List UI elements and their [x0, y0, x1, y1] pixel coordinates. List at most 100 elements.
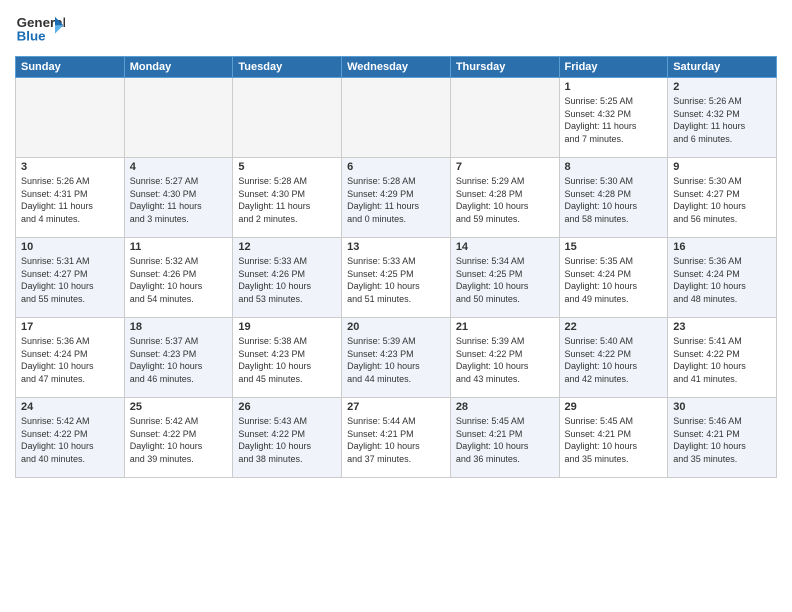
- calendar-cell: 1Sunrise: 5:25 AM Sunset: 4:32 PM Daylig…: [559, 78, 668, 158]
- day-number: 29: [565, 401, 663, 413]
- day-info: Sunrise: 5:32 AM Sunset: 4:26 PM Dayligh…: [130, 255, 228, 305]
- day-info: Sunrise: 5:33 AM Sunset: 4:26 PM Dayligh…: [238, 255, 336, 305]
- day-number: 1: [565, 81, 663, 93]
- day-number: 9: [673, 161, 771, 173]
- day-info: Sunrise: 5:30 AM Sunset: 4:28 PM Dayligh…: [565, 175, 663, 225]
- calendar-cell: 4 Sunrise: 5:27 AM Sunset: 4:30 PM Daylig…: [124, 158, 233, 238]
- header: General Blue: [15, 10, 777, 48]
- calendar-cell: 28 Sunrise: 5:45 AM Sunset: 4:21 PM Dayli…: [450, 398, 559, 478]
- day-number: 23: [673, 321, 771, 333]
- day-number: 24: [21, 401, 119, 413]
- calendar-cell: 24 Sunrise: 5:42 AM Sunset: 4:22 PM Dayli…: [16, 398, 125, 478]
- day-number: 26: [238, 401, 336, 413]
- day-number: 7: [456, 161, 554, 173]
- day-info: Sunrise: 5:45 AM Sunset: 4:21 PM Dayligh…: [565, 415, 663, 465]
- calendar-cell: 16 Sunrise: 5:36 AM Sunset: 4:24 PM Dayli…: [668, 238, 777, 318]
- day-info: Sunrise: 5:33 AM Sunset: 4:25 PM Dayligh…: [347, 255, 445, 305]
- day-info: Sunrise: 5:40 AM Sunset: 4:22 PM Dayligh…: [565, 335, 663, 385]
- day-number: 28: [456, 401, 554, 413]
- day-info: Sunrise: 5:31 AM Sunset: 4:27 PM Dayligh…: [21, 255, 119, 305]
- day-number: 5: [238, 161, 336, 173]
- day-info: Sunrise: 5:42 AM Sunset: 4:22 PM Dayligh…: [130, 415, 228, 465]
- day-info: Sunrise: 5:43 AM Sunset: 4:22 PM Dayligh…: [238, 415, 336, 465]
- day-number: 16: [673, 241, 771, 253]
- calendar-week-row: 10 Sunrise: 5:31 AM Sunset: 4:27 PM Dayli…: [16, 238, 777, 318]
- calendar-cell: 2 Sunrise: 5:26 AM Sunset: 4:32 PM Daylig…: [668, 78, 777, 158]
- calendar-cell: 26 Sunrise: 5:43 AM Sunset: 4:22 PM Dayli…: [233, 398, 342, 478]
- day-number: 4: [130, 161, 228, 173]
- calendar-cell: 9Sunrise: 5:30 AM Sunset: 4:27 PM Daylig…: [668, 158, 777, 238]
- calendar-cell: 19 Sunrise: 5:38 AM Sunset: 4:23 PM Dayli…: [233, 318, 342, 398]
- calendar-cell: 10 Sunrise: 5:31 AM Sunset: 4:27 PM Dayli…: [16, 238, 125, 318]
- calendar-cell: 15Sunrise: 5:35 AM Sunset: 4:24 PM Dayli…: [559, 238, 668, 318]
- day-number: 18: [130, 321, 228, 333]
- day-info: Sunrise: 5:29 AM Sunset: 4:28 PM Dayligh…: [456, 175, 554, 225]
- calendar-header-friday: Friday: [559, 57, 668, 78]
- calendar-cell: 5 Sunrise: 5:28 AM Sunset: 4:30 PM Daylig…: [233, 158, 342, 238]
- day-number: 2: [673, 81, 771, 93]
- day-info: Sunrise: 5:44 AM Sunset: 4:21 PM Dayligh…: [347, 415, 445, 465]
- svg-text:Blue: Blue: [17, 28, 46, 43]
- day-info: Sunrise: 5:36 AM Sunset: 4:24 PM Dayligh…: [21, 335, 119, 385]
- calendar-cell: [16, 78, 125, 158]
- calendar-table: SundayMondayTuesdayWednesdayThursdayFrid…: [15, 56, 777, 478]
- calendar-cell: 8 Sunrise: 5:30 AM Sunset: 4:28 PM Daylig…: [559, 158, 668, 238]
- day-number: 19: [238, 321, 336, 333]
- calendar-header-wednesday: Wednesday: [342, 57, 451, 78]
- day-info: Sunrise: 5:28 AM Sunset: 4:30 PM Dayligh…: [238, 175, 336, 225]
- calendar-cell: 6 Sunrise: 5:28 AM Sunset: 4:29 PM Daylig…: [342, 158, 451, 238]
- calendar-week-row: 1Sunrise: 5:25 AM Sunset: 4:32 PM Daylig…: [16, 78, 777, 158]
- calendar-week-row: 24 Sunrise: 5:42 AM Sunset: 4:22 PM Dayli…: [16, 398, 777, 478]
- calendar-cell: 7 Sunrise: 5:29 AM Sunset: 4:28 PM Daylig…: [450, 158, 559, 238]
- calendar-cell: 21Sunrise: 5:39 AM Sunset: 4:22 PM Dayli…: [450, 318, 559, 398]
- day-info: Sunrise: 5:36 AM Sunset: 4:24 PM Dayligh…: [673, 255, 771, 305]
- day-info: Sunrise: 5:38 AM Sunset: 4:23 PM Dayligh…: [238, 335, 336, 385]
- day-number: 22: [565, 321, 663, 333]
- day-number: 20: [347, 321, 445, 333]
- day-info: Sunrise: 5:26 AM Sunset: 4:32 PM Dayligh…: [673, 95, 771, 145]
- day-number: 21: [456, 321, 554, 333]
- logo: General Blue: [15, 10, 65, 48]
- day-info: Sunrise: 5:39 AM Sunset: 4:23 PM Dayligh…: [347, 335, 445, 385]
- day-info: Sunrise: 5:45 AM Sunset: 4:21 PM Dayligh…: [456, 415, 554, 465]
- calendar-cell: 20 Sunrise: 5:39 AM Sunset: 4:23 PM Dayli…: [342, 318, 451, 398]
- day-number: 11: [130, 241, 228, 253]
- calendar-cell: 14 Sunrise: 5:34 AM Sunset: 4:25 PM Dayli…: [450, 238, 559, 318]
- calendar-header-saturday: Saturday: [668, 57, 777, 78]
- calendar-cell: 27 Sunrise: 5:44 AM Sunset: 4:21 PM Dayli…: [342, 398, 451, 478]
- day-info: Sunrise: 5:37 AM Sunset: 4:23 PM Dayligh…: [130, 335, 228, 385]
- day-info: Sunrise: 5:42 AM Sunset: 4:22 PM Dayligh…: [21, 415, 119, 465]
- calendar-cell: 3 Sunrise: 5:26 AM Sunset: 4:31 PM Daylig…: [16, 158, 125, 238]
- calendar-header-sunday: Sunday: [16, 57, 125, 78]
- calendar-cell: [342, 78, 451, 158]
- calendar-week-row: 3 Sunrise: 5:26 AM Sunset: 4:31 PM Daylig…: [16, 158, 777, 238]
- day-number: 10: [21, 241, 119, 253]
- day-number: 3: [21, 161, 119, 173]
- calendar-cell: 23 Sunrise: 5:41 AM Sunset: 4:22 PM Dayli…: [668, 318, 777, 398]
- day-number: 17: [21, 321, 119, 333]
- calendar-cell: 17 Sunrise: 5:36 AM Sunset: 4:24 PM Dayli…: [16, 318, 125, 398]
- calendar-cell: 12 Sunrise: 5:33 AM Sunset: 4:26 PM Dayli…: [233, 238, 342, 318]
- day-number: 8: [565, 161, 663, 173]
- day-info: Sunrise: 5:26 AM Sunset: 4:31 PM Dayligh…: [21, 175, 119, 225]
- day-info: Sunrise: 5:41 AM Sunset: 4:22 PM Dayligh…: [673, 335, 771, 385]
- day-number: 6: [347, 161, 445, 173]
- day-info: Sunrise: 5:34 AM Sunset: 4:25 PM Dayligh…: [456, 255, 554, 305]
- day-number: 14: [456, 241, 554, 253]
- calendar-cell: [450, 78, 559, 158]
- calendar-cell: 29 Sunrise: 5:45 AM Sunset: 4:21 PM Dayli…: [559, 398, 668, 478]
- calendar-week-row: 17 Sunrise: 5:36 AM Sunset: 4:24 PM Dayli…: [16, 318, 777, 398]
- calendar-cell: 13Sunrise: 5:33 AM Sunset: 4:25 PM Dayli…: [342, 238, 451, 318]
- day-info: Sunrise: 5:46 AM Sunset: 4:21 PM Dayligh…: [673, 415, 771, 465]
- calendar-cell: 25Sunrise: 5:42 AM Sunset: 4:22 PM Dayli…: [124, 398, 233, 478]
- day-info: Sunrise: 5:28 AM Sunset: 4:29 PM Dayligh…: [347, 175, 445, 225]
- day-number: 12: [238, 241, 336, 253]
- day-number: 27: [347, 401, 445, 413]
- day-info: Sunrise: 5:27 AM Sunset: 4:30 PM Dayligh…: [130, 175, 228, 225]
- calendar-cell: 18 Sunrise: 5:37 AM Sunset: 4:23 PM Dayli…: [124, 318, 233, 398]
- logo-icon: General Blue: [15, 10, 65, 48]
- calendar-header-row: SundayMondayTuesdayWednesdayThursdayFrid…: [16, 57, 777, 78]
- day-info: Sunrise: 5:35 AM Sunset: 4:24 PM Dayligh…: [565, 255, 663, 305]
- calendar-cell: [124, 78, 233, 158]
- page: General Blue SundayMondayTuesdayWednesda…: [0, 0, 792, 612]
